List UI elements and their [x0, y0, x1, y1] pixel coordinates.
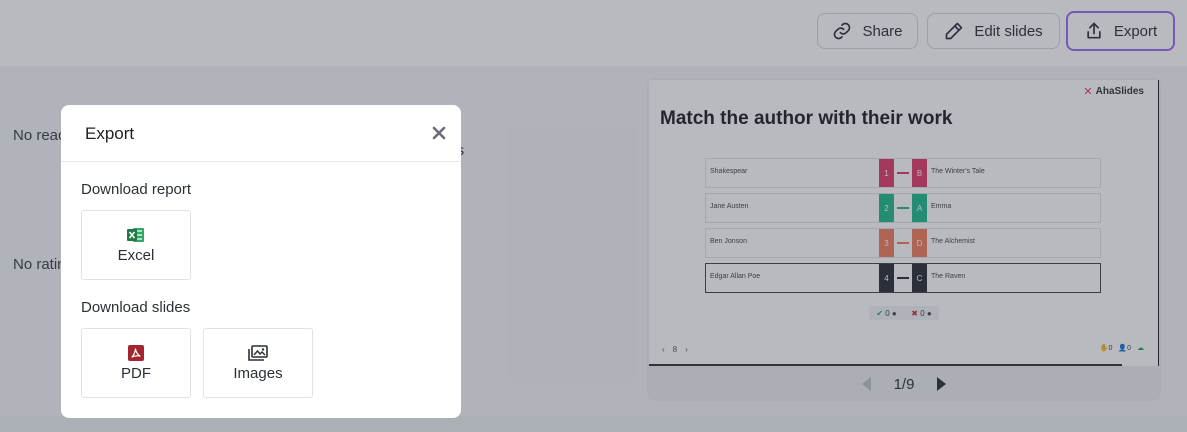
images-icon — [248, 344, 268, 361]
pdf-label: PDF — [121, 364, 151, 382]
images-label: Images — [233, 364, 283, 382]
download-report-heading: Download report — [81, 181, 192, 198]
dialog-title: Export — [85, 124, 135, 143]
excel-icon — [127, 227, 144, 242]
close-icon — [432, 126, 446, 140]
dialog-header: Export — [61, 105, 461, 162]
export-images-button[interactable]: Images — [203, 328, 313, 398]
export-dialog: Export Download report Excel Download sl… — [61, 105, 461, 418]
excel-label: Excel — [117, 246, 155, 264]
pdf-icon — [128, 344, 144, 361]
close-button[interactable] — [429, 123, 449, 143]
download-slides-heading: Download slides — [81, 299, 191, 316]
export-excel-button[interactable]: Excel — [81, 210, 191, 280]
export-pdf-button[interactable]: PDF — [81, 328, 191, 398]
